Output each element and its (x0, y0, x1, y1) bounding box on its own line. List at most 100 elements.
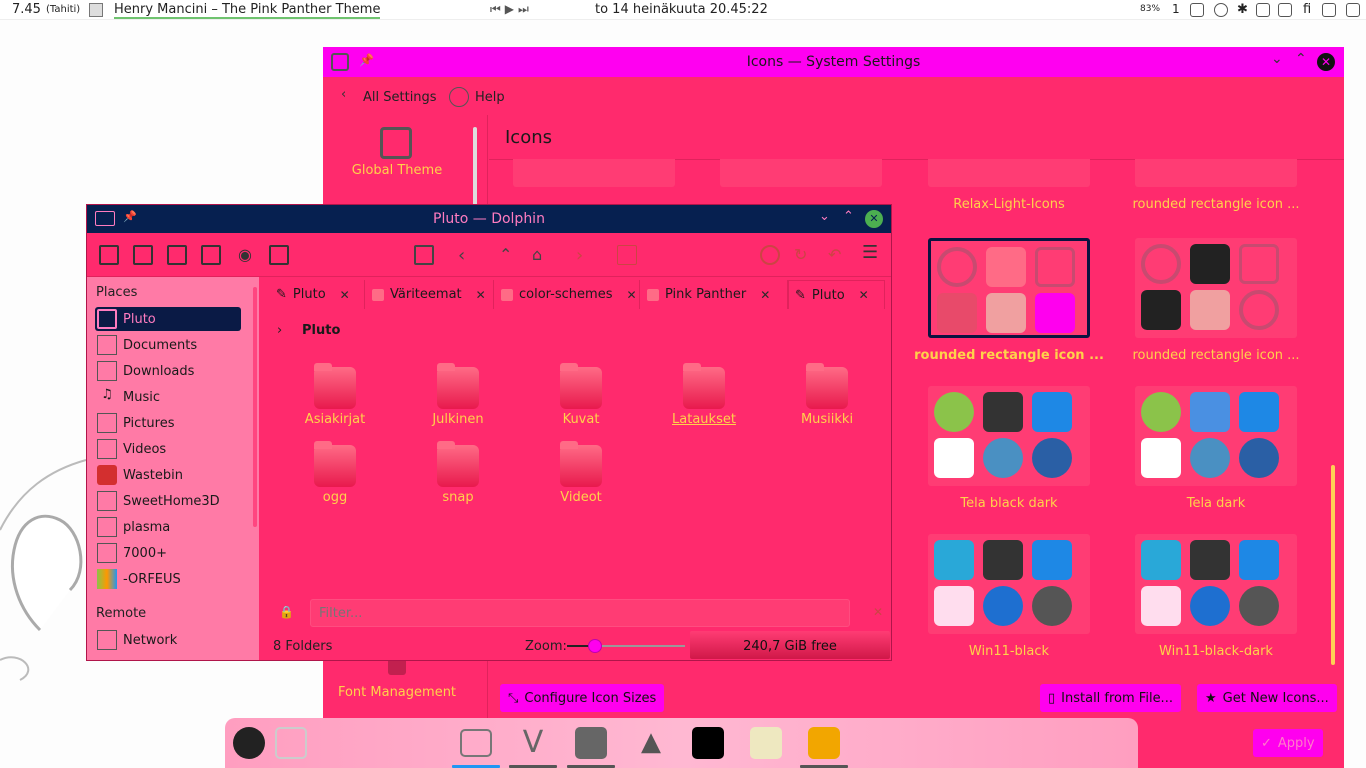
close-tab-icon[interactable]: ✕ (859, 288, 869, 302)
sidebar-scrollbar[interactable] (473, 127, 477, 207)
theme-card[interactable] (1135, 238, 1297, 338)
place-pictures[interactable]: Pictures (95, 411, 241, 435)
tab-pink-panther[interactable]: Pink Panther ✕ (641, 280, 788, 309)
theme-card[interactable] (928, 159, 1090, 187)
battery-icon[interactable]: 83% (1140, 4, 1160, 14)
all-settings-button[interactable]: All Settings (363, 90, 437, 105)
settings-titlebar[interactable]: 📌 Icons — System Settings ⌄ ⌃ ✕ (323, 47, 1344, 77)
tab-pluto-active[interactable]: ✎ Pluto ✕ (788, 280, 885, 309)
up-icon[interactable]: ⌃ (499, 245, 519, 265)
launcher-icon[interactable] (233, 727, 265, 759)
clipboard-icon[interactable] (1190, 3, 1204, 17)
close-icon[interactable]: ✕ (865, 210, 883, 228)
place-videos[interactable]: Videos (95, 437, 241, 461)
keyboard-layout[interactable]: fi (1303, 2, 1311, 17)
place-pluto[interactable]: Pluto (95, 307, 241, 331)
theme-card[interactable] (720, 159, 882, 187)
maximize-icon[interactable]: ⌃ (1295, 51, 1307, 67)
place-documents[interactable]: Documents (95, 333, 241, 357)
keyboard-icon[interactable] (1278, 3, 1292, 17)
folder-item[interactable]: Videot (526, 441, 636, 505)
display-icon[interactable] (1256, 3, 1270, 17)
close-filter-icon[interactable]: ✕ (873, 605, 883, 619)
close-icon[interactable]: ✕ (1317, 53, 1335, 71)
themes-scrollbar[interactable] (1331, 465, 1335, 665)
orange-app-icon[interactable] (808, 727, 840, 759)
close-tab-icon[interactable]: ✕ (340, 288, 350, 302)
place-7000[interactable]: 7000+ (95, 541, 241, 565)
view-mode-icon[interactable] (99, 245, 119, 265)
theme-card[interactable] (1135, 386, 1297, 486)
world-clock[interactable]: 7.45 (12, 2, 41, 17)
place-plasma[interactable]: plasma (95, 515, 241, 539)
place-network[interactable]: Network (95, 628, 241, 652)
tray-expand-icon[interactable] (1346, 3, 1360, 17)
show-hidden-icon[interactable]: ◉ (235, 245, 255, 265)
apply-button[interactable]: ✓ Apply (1253, 729, 1323, 757)
terminal-icon[interactable] (133, 245, 153, 265)
breadcrumb-expand-icon[interactable]: › (277, 323, 282, 338)
tab-pluto-1[interactable]: ✎ Pluto ✕ (270, 280, 365, 309)
place-wastebin[interactable]: Wastebin (95, 463, 241, 487)
delete-icon[interactable] (617, 245, 637, 265)
media-title[interactable]: Henry Mancini – The Pink Panther Theme (114, 2, 381, 19)
dolphin-titlebar[interactable]: 📌 Pluto — Dolphin ⌄ ⌃ ✕ (87, 205, 891, 233)
menu-icon[interactable]: ☰ (862, 242, 882, 263)
help-button[interactable]: Help (475, 90, 505, 105)
folder-item[interactable]: Kuvat (526, 363, 636, 427)
minimize-icon[interactable]: ⌄ (1271, 51, 1283, 67)
maximize-icon[interactable]: ⌃ (843, 209, 854, 224)
media-controls-icon[interactable]: ⏮▶⏭ (490, 2, 533, 17)
theme-card[interactable] (1135, 534, 1297, 634)
get-new-icons-button[interactable]: ★ Get New Icons... (1197, 684, 1337, 712)
places-scrollbar[interactable] (253, 287, 257, 527)
theme-card[interactable] (1135, 159, 1297, 187)
clock[interactable]: to 14 heinäkuuta 20.45:22 (595, 2, 768, 17)
back-icon[interactable]: ‹ (341, 87, 346, 102)
notification-count[interactable]: 1 (1172, 2, 1180, 16)
system-settings-icon[interactable] (575, 727, 607, 759)
folder-item[interactable]: snap (403, 441, 513, 505)
notes-icon[interactable] (275, 727, 307, 759)
terminal-icon[interactable] (692, 727, 724, 759)
home-icon[interactable]: ⌂ (532, 245, 552, 265)
bluetooth-icon[interactable]: ✱ (1237, 2, 1248, 17)
close-tab-icon[interactable]: ✕ (626, 288, 636, 302)
close-tab-icon[interactable]: ✕ (760, 288, 770, 302)
help-icon[interactable] (449, 87, 469, 107)
theme-card[interactable] (928, 386, 1090, 486)
delete-icon[interactable] (1035, 293, 1075, 333)
place-downloads[interactable]: Downloads (95, 359, 241, 383)
place-orfeus[interactable]: -ORFEUS (95, 567, 241, 591)
configure-icon-sizes-button[interactable]: ⤡ Configure Icon Sizes (500, 684, 665, 712)
sidebar-font-management[interactable]: Font Management (323, 685, 471, 700)
sidebar-global-theme[interactable]: Global Theme (323, 163, 471, 178)
theme-card[interactable] (513, 159, 675, 187)
minimize-icon[interactable]: ⌄ (819, 209, 830, 224)
undo-icon[interactable]: ↶ (828, 245, 848, 265)
network-icon[interactable] (1214, 3, 1228, 17)
zoom-slider[interactable] (567, 639, 685, 653)
place-sweethome3d[interactable]: SweetHome3D (95, 489, 241, 513)
preview-icon[interactable] (201, 245, 221, 265)
wifi-icon[interactable] (1322, 3, 1336, 17)
filter-input[interactable] (310, 599, 850, 627)
zoom-slider-handle[interactable] (588, 639, 603, 653)
back-icon[interactable]: ‹ (458, 245, 478, 266)
theme-card-selected[interactable] (928, 238, 1090, 338)
vivaldi-icon[interactable]: V (517, 727, 549, 759)
maps-icon[interactable] (750, 727, 782, 759)
install-from-file-button[interactable]: ▯ Install from File... (1040, 684, 1181, 712)
tab-color-schemes[interactable]: color-schemes ✕ (495, 280, 640, 309)
new-window-icon[interactable] (414, 245, 434, 265)
split-view-icon[interactable] (269, 245, 289, 265)
dolphin-icon[interactable] (460, 729, 492, 757)
folder-item[interactable]: ogg (280, 441, 390, 505)
reload-icon[interactable]: ↻ (794, 245, 814, 265)
breadcrumb[interactable]: Pluto (302, 323, 340, 338)
folder-item[interactable]: Lataukset (649, 363, 759, 427)
lock-icon[interactable]: 🔒 (279, 605, 294, 619)
folder-item[interactable]: Musiikki (772, 363, 882, 427)
new-tab-icon[interactable] (167, 245, 187, 265)
search-icon[interactable] (760, 245, 780, 265)
